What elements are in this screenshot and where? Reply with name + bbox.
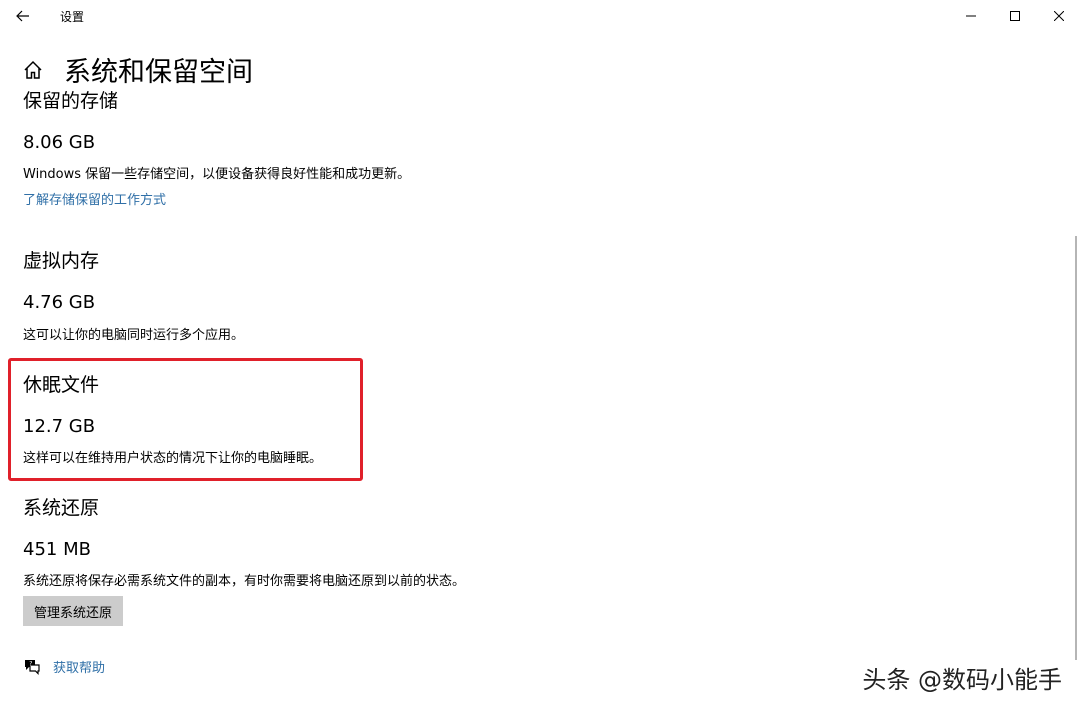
reserved-description: Windows 保留一些存储空间，以便设备获得良好性能和成功更新。 bbox=[23, 167, 411, 182]
close-icon bbox=[1054, 11, 1064, 21]
minimize-icon bbox=[966, 15, 976, 17]
reserved-learn-more-link[interactable]: 了解存储保留的工作方式 bbox=[23, 189, 166, 208]
get-help-label: 获取帮助 bbox=[53, 660, 106, 676]
system-restore-size: 451 MB bbox=[23, 539, 91, 560]
page-title: 系统和保留空间 bbox=[64, 57, 253, 88]
back-arrow-icon bbox=[16, 10, 29, 22]
back-button[interactable] bbox=[8, 2, 38, 30]
reserved-size: 8.06 GB bbox=[23, 132, 96, 153]
get-help-link[interactable]: ? 获取帮助 bbox=[23, 655, 105, 677]
reserved-title: 保留的存储 bbox=[23, 90, 119, 112]
scrollbar[interactable] bbox=[1075, 236, 1077, 660]
system-restore-description: 系统还原将保存必需系统文件的副本，有时你需要将电脑还原到以前的状态。 bbox=[23, 574, 466, 589]
hibernation-title: 休眠文件 bbox=[23, 374, 100, 396]
manage-system-restore-button[interactable]: 管理系统还原 bbox=[23, 596, 123, 626]
hibernation-description: 这样可以在维持用户状态的情况下让你的电脑睡眠。 bbox=[23, 451, 323, 466]
home-button[interactable] bbox=[22, 59, 44, 81]
virtual-memory-size: 4.76 GB bbox=[23, 292, 96, 313]
minimize-button[interactable] bbox=[948, 0, 994, 32]
watermark: 头条 @数码小能手 bbox=[862, 666, 1062, 694]
close-button[interactable] bbox=[1036, 0, 1080, 32]
window-title: 设置 bbox=[60, 10, 85, 24]
hibernation-size: 12.7 GB bbox=[23, 416, 96, 437]
virtual-memory-description: 这可以让你的电脑同时运行多个应用。 bbox=[23, 328, 245, 343]
svg-text:?: ? bbox=[29, 661, 32, 668]
help-chat-icon: ? bbox=[25, 660, 40, 675]
system-restore-title: 系统还原 bbox=[23, 497, 100, 519]
maximize-icon bbox=[1010, 11, 1020, 21]
virtual-memory-title: 虚拟内存 bbox=[23, 250, 100, 272]
title-bar: 设置 bbox=[0, 0, 1080, 32]
maximize-button[interactable] bbox=[992, 0, 1038, 32]
home-icon bbox=[24, 60, 42, 79]
